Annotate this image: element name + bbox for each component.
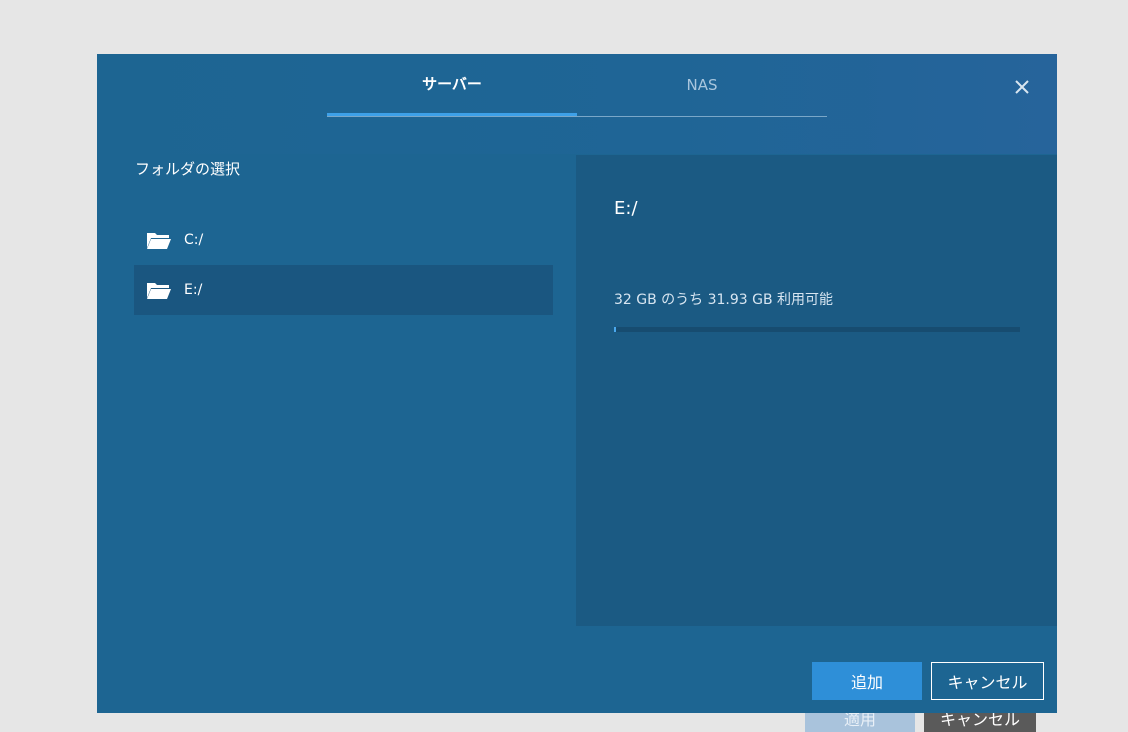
selected-path: E:/ (614, 198, 638, 219)
tab-nas[interactable]: NAS (577, 54, 827, 116)
storage-usage-fill (614, 327, 616, 332)
folder-item-c[interactable]: C:/ (134, 215, 553, 265)
folder-open-icon (146, 280, 172, 300)
close-icon[interactable] (1009, 74, 1035, 100)
storage-usage-text: 32 GB のうち 31.93 GB 利用可能 (614, 292, 834, 308)
folder-select-title: フォルダの選択 (135, 160, 241, 178)
add-button[interactable]: 追加 (812, 662, 922, 700)
storage-usage-bar (614, 327, 1020, 332)
folder-list: C:/ E:/ (134, 215, 553, 315)
folder-open-icon (146, 230, 172, 250)
folder-detail-panel: E:/ 32 GB のうち 31.93 GB 利用可能 (576, 155, 1057, 626)
folder-item-e[interactable]: E:/ (134, 265, 553, 315)
folder-select-dialog: サーバー NAS フォルダの選択 C:/ E:/ E:/ 32 GB のうち 3… (97, 54, 1057, 713)
folder-label: E:/ (184, 282, 203, 298)
folder-label: C:/ (184, 232, 204, 248)
tab-server[interactable]: サーバー (327, 54, 577, 116)
tab-bar: サーバー NAS (327, 54, 827, 117)
screen: 適用 キャンセル サーバー NAS フォルダの選択 C:/ E:/ E:/ 32… (0, 0, 1128, 732)
cancel-button[interactable]: キャンセル (931, 662, 1044, 700)
